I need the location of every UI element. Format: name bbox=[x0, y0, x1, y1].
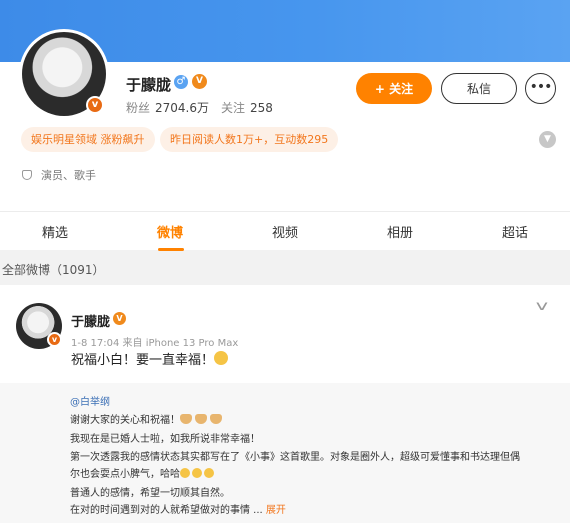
repost-line-5: 普通人的感情，希望一切顺其自然。 bbox=[70, 488, 230, 499]
follow-button[interactable]: + 关注 bbox=[356, 73, 432, 104]
post-source: 来自 iPhone 13 Pro Max bbox=[122, 338, 239, 349]
post-card: v 于朦胧 V 1-8 17:04 来自 iPhone 13 Pro Max 祝… bbox=[0, 285, 570, 523]
section-title: 全部微博（1091） bbox=[2, 263, 105, 277]
tab-featured[interactable]: 精选 bbox=[42, 222, 68, 241]
vip-badge-icon: V bbox=[192, 74, 207, 89]
laugh-emoji-icon bbox=[192, 468, 202, 478]
repost-line-3: 第一次透露我的感情状态其实都写在了《小事》这首歌里。对象是圈外人，超级可爱懂事和… bbox=[70, 452, 520, 463]
post-meta: 1-8 17:04 来自 iPhone 13 Pro Max bbox=[71, 334, 238, 349]
active-tab-indicator bbox=[158, 248, 184, 251]
post-text-content: 祝福小白！要一直幸福！ bbox=[71, 353, 215, 368]
repost-line-2: 我现在是已婚人士啦，如我所说非常幸福！ bbox=[70, 434, 260, 445]
laugh-emoji-icon bbox=[180, 468, 190, 478]
following-count[interactable]: 258 bbox=[250, 101, 273, 115]
post-verified-icon: v bbox=[47, 332, 62, 347]
profile-name: 于朦胧 bbox=[126, 76, 172, 94]
pray-hands-icon bbox=[195, 414, 207, 424]
profile-stats: 粉丝 2704.6万 关注 258 bbox=[126, 99, 285, 116]
shield-icon bbox=[22, 170, 32, 180]
fans-count[interactable]: 2704.6万 bbox=[155, 101, 209, 115]
male-icon: ♂ bbox=[174, 75, 188, 89]
repost-line-1-text: 谢谢大家的关心和祝福！ bbox=[70, 415, 180, 426]
repost-line-4: 尔也会耍点小脾气，哈哈 bbox=[70, 465, 216, 480]
post-menu-chevron-icon[interactable]: v bbox=[536, 299, 548, 314]
message-button[interactable]: 私信 bbox=[441, 73, 517, 104]
repost-line-6-text: 在对的时间遇到对的人就希望做对的事情 ... bbox=[70, 505, 263, 516]
post-vip-icon: V bbox=[113, 312, 126, 325]
repost-author: @白举纲 bbox=[70, 393, 110, 408]
more-options-button[interactable]: ••• bbox=[525, 73, 556, 104]
tab-super-topic[interactable]: 超话 bbox=[502, 222, 528, 241]
fans-label: 粉丝 bbox=[126, 101, 151, 115]
expand-chevron-icon[interactable]: ▼ bbox=[539, 131, 556, 148]
tab-weibo[interactable]: 微博 bbox=[157, 222, 183, 241]
pray-hands-icon bbox=[180, 414, 192, 424]
repost-line-4-text: 尔也会耍点小脾气，哈哈 bbox=[70, 469, 180, 480]
pray-hands-icon bbox=[210, 414, 222, 424]
repost-author-link[interactable]: @白举纲 bbox=[70, 397, 110, 408]
smile-emoji-icon bbox=[214, 351, 229, 365]
verified-badge-icon: v bbox=[86, 96, 104, 114]
following-label: 关注 bbox=[221, 101, 246, 115]
tab-video[interactable]: 视频 bbox=[272, 222, 298, 241]
tag-reads[interactable]: 昨日阅读人数1万+，互动数295 bbox=[160, 127, 339, 152]
repost-line-6: 在对的时间遇到对的人就希望做对的事情 ... 展开 bbox=[70, 501, 286, 516]
repost-block[interactable]: @白举纲 谢谢大家的关心和祝福！ 我现在是已婚人士啦，如我所说非常幸福！ 第一次… bbox=[0, 383, 570, 523]
profile-info: 演员、歌手 bbox=[22, 167, 96, 183]
info-text: 演员、歌手 bbox=[41, 169, 96, 182]
tab-album[interactable]: 相册 bbox=[387, 222, 413, 241]
expand-link[interactable]: 展开 bbox=[266, 505, 286, 516]
profile-tabs: 精选 微博 视频 相册 超话 bbox=[0, 211, 570, 251]
post-time[interactable]: 1-8 17:04 bbox=[71, 338, 119, 349]
laugh-emoji-icon bbox=[204, 468, 214, 478]
post-text: 祝福小白！要一直幸福！ bbox=[71, 349, 230, 368]
tag-fan-growth[interactable]: 娱乐明星领域 涨粉飙升 bbox=[21, 127, 155, 152]
post-author[interactable]: 于朦胧 bbox=[71, 311, 110, 330]
repost-line-1: 谢谢大家的关心和祝福！ bbox=[70, 411, 225, 426]
